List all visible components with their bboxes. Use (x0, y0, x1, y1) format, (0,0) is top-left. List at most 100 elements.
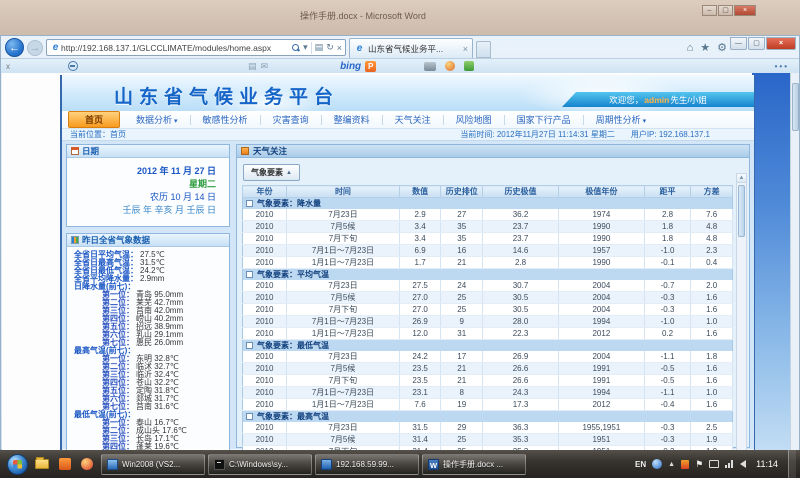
group-band-cell: 气象要素：最低气温 (243, 340, 733, 352)
checkbox[interactable] (246, 413, 253, 420)
checkbox[interactable] (246, 200, 253, 207)
pinned-app-icon[interactable] (59, 458, 71, 470)
camera-icon[interactable] (424, 62, 436, 71)
table-row[interactable]: 20107月23日31.52936.31955,1951-0.32.5 (243, 422, 733, 434)
table-row[interactable]: 20107月5候31.42535.31951-0.31.9 (243, 434, 733, 446)
browser-orb-icon[interactable] (81, 458, 93, 470)
table-row[interactable]: 20101月1日～7月23日7.61917.32012-0.41.6 (243, 399, 733, 411)
table-row[interactable]: 20107月23日24.21726.92004-1.11.8 (243, 351, 733, 363)
nav-item-label: 敏感性分析 (203, 115, 248, 125)
volume-icon[interactable] (740, 460, 746, 468)
table-row[interactable]: 20107月5候23.52126.61991-0.51.6 (243, 363, 733, 375)
display-icon[interactable] (709, 460, 719, 468)
address-bar[interactable]: e http://192.168.137.1/GLCCLIMATE/module… (46, 39, 346, 56)
favorites-star-icon[interactable]: ★ (700, 41, 710, 54)
card-icon[interactable]: ▤ (248, 61, 257, 72)
plugin-orb-icon[interactable] (445, 61, 455, 71)
tools-gear-icon[interactable]: ⚙ (717, 41, 727, 54)
table-row[interactable]: 20107月1日～7月23日26.9928.01994-1.01.0 (243, 316, 733, 328)
home-icon[interactable]: ⌂ (687, 42, 694, 54)
start-button[interactable] (7, 454, 28, 475)
nav-item-2[interactable]: 敏感性分析 (191, 112, 260, 127)
table-cell: 35 (441, 233, 483, 245)
close-icon[interactable]: × (734, 5, 756, 16)
refresh-icon[interactable]: ↻ (326, 42, 334, 53)
minimize-icon[interactable]: — (730, 37, 747, 50)
table-scrollbar-thumb[interactable] (738, 185, 745, 237)
browser-tab[interactable]: e 山东省气候业务平... × (349, 38, 473, 58)
action-center-flag-icon[interactable]: ⚑ (695, 459, 703, 470)
site-favicon-icon: e (50, 42, 61, 53)
taskbar-button-3[interactable]: W操作手册.docx ... (422, 454, 526, 475)
table-cell: 7.6 (399, 399, 441, 411)
explorer-folder-icon[interactable] (35, 459, 49, 469)
checkbox[interactable] (246, 271, 253, 278)
taskbar-button-label: 操作手册.docx ... (443, 459, 503, 470)
table-row[interactable]: 20107月5候27.02530.52004-0.31.6 (243, 292, 733, 304)
table-row[interactable]: 20107月下旬23.52126.61991-0.51.6 (243, 375, 733, 387)
url-text[interactable]: http://192.168.137.1/GLCCLIMATE/modules/… (61, 43, 292, 53)
taskbar-button-0[interactable]: Win2008 (VS2... (101, 454, 205, 475)
bing-p-icon[interactable]: P (365, 61, 376, 72)
bing-logo[interactable]: bing (340, 61, 361, 72)
lunar-date: 农历 10 月 14 日 (73, 191, 216, 204)
back-button[interactable]: ← (5, 38, 24, 57)
new-tab-button[interactable] (476, 41, 491, 58)
taskbar-button-2[interactable]: 192.168.59.99... (315, 454, 419, 475)
close-toolbar-icon[interactable]: x (6, 62, 10, 71)
table-cell: 1.0 (691, 316, 733, 328)
nav-item-3[interactable]: 灾害查询 (261, 112, 321, 127)
search-icon[interactable] (292, 44, 300, 52)
maximize-icon[interactable]: ▢ (748, 37, 765, 50)
element-filter-button[interactable]: 气象要素 ▲ (243, 164, 300, 181)
show-desktop-button[interactable] (788, 450, 796, 478)
table-row[interactable]: 20107月23日27.52430.72004-0.72.0 (243, 280, 733, 292)
maximize-icon[interactable]: ▢ (718, 5, 733, 16)
tab-title[interactable]: 山东省气候业务平... (368, 43, 460, 55)
table-row[interactable]: 20107月1日～7月23日23.1824.31994-1.11.0 (243, 387, 733, 399)
tab-close-icon[interactable]: × (463, 44, 468, 54)
mail-icon[interactable]: ✉ (261, 61, 269, 72)
table-cell: 23.7 (483, 221, 559, 233)
table-cell: 1.7 (399, 257, 441, 269)
stop-icon[interactable]: × (337, 43, 342, 53)
table-cell: 35.3 (483, 434, 559, 446)
more-options-icon[interactable]: ••• (775, 62, 789, 71)
nav-item-4[interactable]: 整编资料 (322, 112, 382, 127)
minimize-icon[interactable]: – (702, 5, 717, 16)
tray-expand-icon[interactable]: ▲ (668, 461, 675, 468)
chevron-down-icon[interactable]: ▾ (303, 42, 308, 53)
table-row[interactable]: 20101月1日～7月23日1.7212.81990-0.10.4 (243, 257, 733, 269)
nav-item-1[interactable]: 数据分析▾ (124, 112, 190, 127)
notification-icon[interactable] (681, 460, 689, 469)
table-scrollbar[interactable]: ▲ ▼ (736, 173, 747, 450)
scroll-up-icon[interactable]: ▲ (737, 174, 746, 183)
compatibility-view-icon[interactable]: ▤ (315, 42, 324, 53)
plugin-cube-icon[interactable] (464, 61, 474, 71)
scrollbar-thumb[interactable] (792, 83, 799, 131)
nav-item-7[interactable]: 国家下行产品 (505, 112, 583, 127)
nav-item-5[interactable]: 天气关注 (383, 112, 443, 127)
table-row[interactable]: 20107月5候3.43523.719901.84.8 (243, 221, 733, 233)
nav-item-0[interactable]: 首页 (68, 111, 120, 128)
nav-item-6[interactable]: 风险地图 (444, 112, 504, 127)
checkbox[interactable] (246, 342, 253, 349)
forward-button[interactable]: → (27, 40, 43, 56)
table-row[interactable]: 20107月下旬3.43523.719901.84.8 (243, 233, 733, 245)
taskbar-button-1[interactable]: C:\Windows\sy... (208, 454, 312, 475)
blocked-plugin-icon[interactable] (68, 61, 78, 71)
table-row[interactable]: 20107月下旬27.02530.52004-0.31.6 (243, 304, 733, 316)
table-cell: 25 (441, 292, 483, 304)
table-cell: -0.7 (644, 280, 691, 292)
clock[interactable]: 11:14 (756, 459, 778, 469)
table-row[interactable]: 20107月1日～7月23日6.91614.61957-1.02.3 (243, 245, 733, 257)
ime-sphere-icon[interactable] (652, 459, 662, 469)
close-icon[interactable]: × (766, 37, 796, 50)
browser-scrollbar[interactable] (790, 73, 799, 450)
table-cell: 35 (441, 221, 483, 233)
nav-item-8[interactable]: 周期性分析▾ (584, 112, 659, 127)
language-indicator[interactable]: EN (635, 460, 646, 469)
table-row[interactable]: 20107月23日2.92736.219742.87.6 (243, 209, 733, 221)
table-row[interactable]: 20101月1日～7月23日12.03122.320120.21.6 (243, 328, 733, 340)
network-icon[interactable] (725, 460, 734, 468)
